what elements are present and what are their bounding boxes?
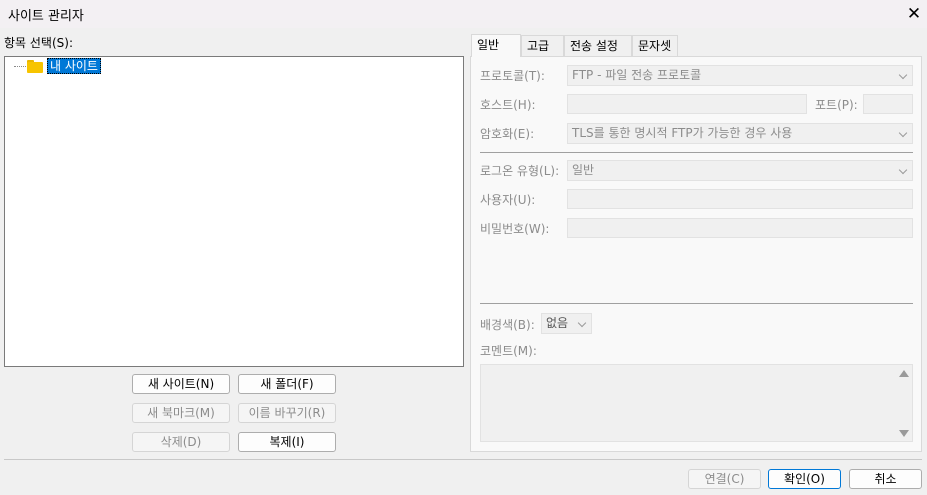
user-input[interactable]	[567, 189, 913, 209]
delete-button[interactable]: 삭제(D)	[132, 432, 230, 452]
new-site-button[interactable]: 새 사이트(N)	[132, 374, 230, 394]
tab-advanced[interactable]: 고급	[521, 35, 564, 57]
footer-divider	[4, 459, 922, 460]
logon-type-value: 일반	[572, 163, 595, 177]
scroll-up-icon[interactable]	[899, 370, 909, 377]
host-label: 호스트(H):	[480, 98, 536, 112]
user-label: 사용자(U):	[480, 193, 536, 207]
background-color-label: 배경색(B):	[480, 318, 535, 332]
ok-button[interactable]: 확인(O)	[768, 469, 841, 489]
tab-transfer-settings[interactable]: 전송 설정	[564, 35, 632, 57]
duplicate-button[interactable]: 복제(I)	[238, 432, 336, 452]
encryption-value: TLS를 통한 명시적 FTP가 가능한 경우 사용	[572, 126, 793, 140]
protocol-select[interactable]: FTP - 파일 전송 프로토콜	[567, 65, 913, 86]
tree-item-my-sites[interactable]: 내 사이트	[47, 58, 101, 74]
connect-button[interactable]: 연결(C)	[688, 469, 761, 489]
site-tree[interactable]	[4, 56, 464, 367]
tab-charset[interactable]: 문자셋	[632, 35, 678, 57]
protocol-value: FTP - 파일 전송 프로토콜	[572, 68, 702, 82]
background-color-select[interactable]: 없음	[541, 313, 592, 334]
comments-label: 코멘트(M):	[480, 344, 537, 358]
password-label: 비밀번호(W):	[480, 222, 550, 236]
folder-icon	[27, 60, 43, 73]
encryption-select[interactable]: TLS를 통한 명시적 FTP가 가능한 경우 사용	[567, 123, 913, 144]
tree-connector	[14, 66, 28, 67]
logon-type-label: 로그온 유형(L):	[480, 164, 560, 178]
new-folder-button[interactable]: 새 폴더(F)	[238, 374, 336, 394]
title-bar	[0, 0, 927, 28]
chevron-down-icon	[577, 318, 587, 328]
new-bookmark-button[interactable]: 새 북마크(M)	[132, 403, 230, 423]
scroll-down-icon[interactable]	[899, 430, 909, 437]
protocol-label: 프로토콜(T):	[480, 69, 545, 83]
cancel-button[interactable]: 취소	[849, 469, 922, 489]
comments-textarea[interactable]	[480, 364, 913, 442]
background-color-value: 없음	[546, 316, 569, 330]
window-title: 사이트 관리자	[8, 9, 84, 24]
password-input[interactable]	[567, 218, 913, 238]
encryption-label: 암호화(E):	[480, 127, 535, 141]
divider	[480, 152, 913, 153]
chevron-down-icon	[898, 70, 908, 80]
close-icon[interactable]: ✕	[902, 3, 926, 25]
port-input[interactable]	[863, 94, 913, 114]
host-input[interactable]	[567, 94, 807, 114]
logon-type-select[interactable]: 일반	[567, 160, 913, 181]
divider	[480, 303, 913, 304]
tab-general[interactable]: 일반	[471, 34, 521, 57]
chevron-down-icon	[898, 165, 908, 175]
port-label: 포트(P):	[815, 98, 858, 112]
chevron-down-icon	[898, 128, 908, 138]
select-entry-label: 항목 선택(S):	[4, 36, 73, 50]
rename-button[interactable]: 이름 바꾸기(R)	[238, 403, 336, 423]
